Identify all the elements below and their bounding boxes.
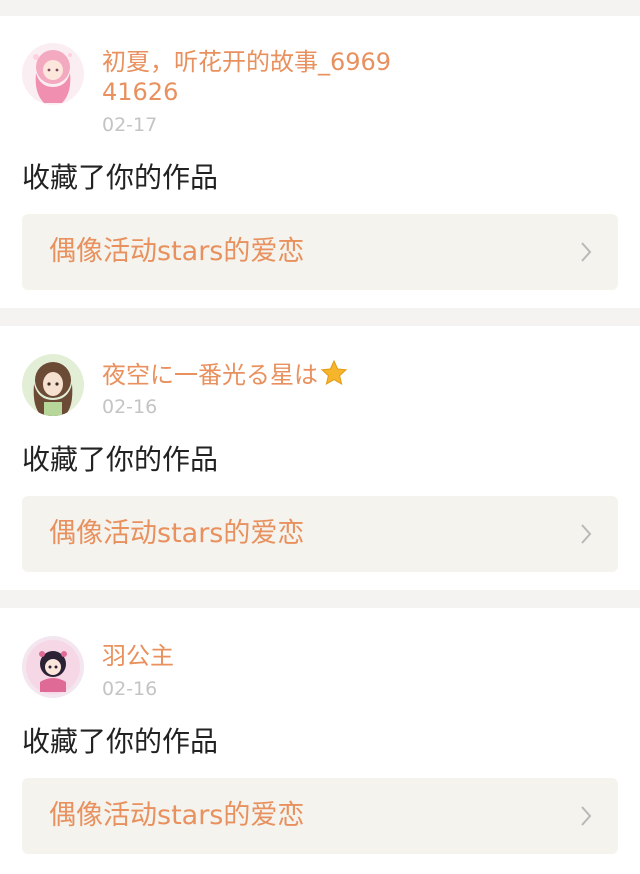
username[interactable]: 夜空に一番光る星は — [102, 359, 422, 390]
chevron-right-icon — [581, 524, 592, 544]
chibi-character-avatar-icon — [22, 636, 84, 698]
username[interactable]: 羽公主 — [102, 641, 402, 671]
avatar[interactable] — [22, 43, 84, 105]
chevron-right-icon — [581, 806, 592, 826]
notification-card: 夜空に一番光る星は 02-16 收藏了你的作品 偶像活动stars的爱恋 — [0, 326, 640, 590]
brown-haired-girl-avatar-icon — [22, 354, 84, 416]
notification-feed: 初夏，听花开的故事_696941626 02-17 收藏了你的作品 偶像活动st… — [0, 0, 640, 874]
notification-card: 初夏，听花开的故事_696941626 02-17 收藏了你的作品 偶像活动st… — [0, 16, 640, 308]
work-link[interactable]: 偶像活动stars的爱恋 — [22, 778, 618, 854]
avatar[interactable] — [22, 354, 84, 416]
action-text: 收藏了你的作品 — [22, 161, 219, 194]
work-link[interactable]: 偶像活动stars的爱恋 — [22, 496, 618, 572]
work-title: 偶像活动stars的爱恋 — [49, 236, 305, 267]
username-text: 夜空に一番光る星は — [102, 361, 318, 389]
star-emoji-icon — [320, 359, 348, 386]
timestamp: 02-16 — [102, 396, 158, 418]
username[interactable]: 初夏，听花开的故事_696941626 — [102, 47, 402, 107]
work-title: 偶像活动stars的爱恋 — [49, 800, 305, 831]
action-text: 收藏了你的作品 — [22, 443, 219, 476]
action-text: 收藏了你的作品 — [22, 725, 219, 758]
timestamp: 02-17 — [102, 114, 158, 136]
work-title: 偶像活动stars的爱恋 — [49, 518, 305, 549]
timestamp: 02-16 — [102, 678, 158, 700]
work-link[interactable]: 偶像活动stars的爱恋 — [22, 214, 618, 290]
chevron-right-icon — [581, 242, 592, 262]
pink-haired-girl-avatar-icon — [22, 43, 84, 105]
avatar[interactable] — [22, 636, 84, 698]
notification-card: 羽公主 02-16 收藏了你的作品 偶像活动stars的爱恋 — [0, 608, 640, 874]
